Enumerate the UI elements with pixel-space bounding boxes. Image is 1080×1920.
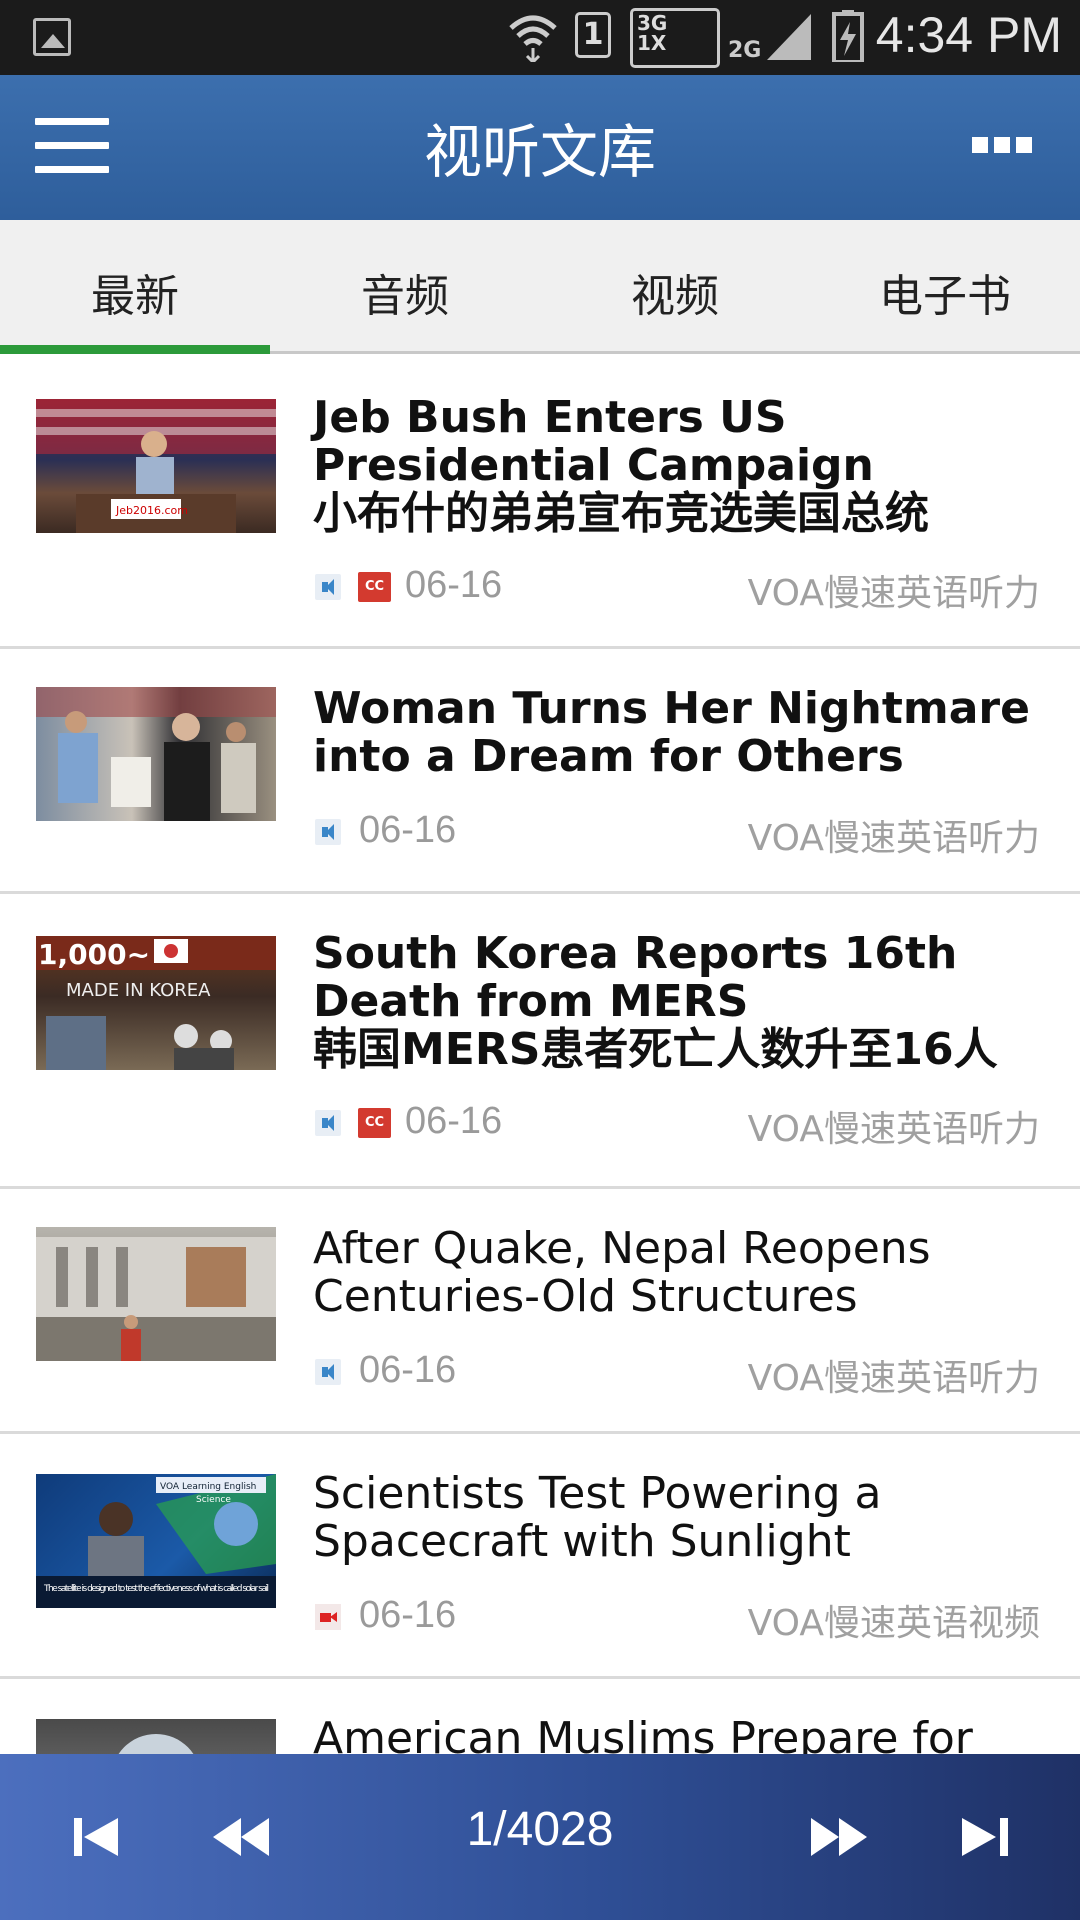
cc-badge: CC	[358, 572, 391, 602]
item-date: 06-16	[405, 1100, 503, 1142]
thumbnail: VOA Learning English Science The satelli…	[36, 1474, 276, 1608]
item-meta: 06-16 VOA慢速英语视频	[313, 1594, 1040, 1644]
tab-ebook[interactable]: 电子书	[810, 220, 1080, 351]
thumb-logo-text: VOA Learning English	[160, 1482, 256, 1492]
item-title: Jeb Bush Enters US Presidential Campaign…	[313, 394, 1052, 538]
item-date: 06-16	[359, 809, 457, 851]
item-date: 06-16	[359, 1349, 457, 1391]
more-options-icon[interactable]	[972, 137, 1042, 157]
page-title: 视听文库	[423, 118, 656, 186]
status-bar: 1 3G 1X 2G 4:34 PM	[0, 0, 1080, 75]
item-title-zh: 韩国MERS患者死亡人数升至16人	[313, 1024, 998, 1075]
thumb-sign-text: MADE IN KOREA	[66, 980, 211, 1001]
tab-latest[interactable]: 最新	[0, 220, 270, 354]
list-item[interactable]: Jeb2016.com Jeb Bush Enters US President…	[0, 354, 1080, 649]
muslims-thumbnail	[118, 1734, 194, 1754]
player-bar: 1/4028	[0, 1754, 1080, 1920]
thumb-sign-text: Jeb2016.com	[115, 504, 188, 517]
net-3g-label: 3G	[637, 11, 668, 35]
list-item[interactable]: VOA Learning English Science The satelli…	[0, 1434, 1080, 1679]
list-item[interactable]: American Muslims Prepare for	[0, 1679, 1080, 1754]
thumb-caption-text: The satellite is designed to test the ef…	[43, 1584, 269, 1594]
audio-icon	[315, 1110, 341, 1136]
tab-audio[interactable]: 音频	[270, 220, 540, 351]
fast-forward-icon[interactable]	[805, 1804, 875, 1870]
item-title: Scientists Test Powering a Spacecraft wi…	[313, 1468, 882, 1567]
list-item[interactable]: 1,000~ MADE IN KOREA South Korea Reports…	[0, 894, 1080, 1189]
nepal-structure-thumbnail	[36, 1237, 276, 1361]
audio-icon	[315, 819, 341, 845]
item-source: VOA慢速英语听力	[747, 573, 1040, 614]
item-title: After Quake, Nepal Reopens Centuries-Old…	[313, 1223, 931, 1322]
battery-charging-icon	[832, 10, 864, 62]
net-1x-label: 1X	[637, 31, 667, 55]
item-title: Woman Turns Her Nightmare into a Dream f…	[313, 683, 1030, 782]
item-source: VOA慢速英语视频	[747, 1603, 1040, 1644]
video-icon	[315, 1604, 341, 1630]
item-title: American Muslims Prepare for	[313, 1713, 973, 1755]
signal-icon	[767, 14, 811, 60]
article-list: Jeb2016.com Jeb Bush Enters US President…	[0, 354, 1080, 1754]
jeb-bush-thumbnail: Jeb2016.com	[36, 399, 276, 533]
wifi-icon	[509, 15, 557, 62]
thumb-price-text: 1,000~	[38, 938, 150, 971]
audio-icon	[315, 1359, 341, 1385]
item-source: VOA慢速英语听力	[747, 1109, 1040, 1150]
network-3g-indicator: 3G 1X	[630, 8, 720, 68]
item-meta: CC 06-16 VOA慢速英语听力	[313, 564, 1040, 614]
audio-icon	[315, 574, 341, 600]
item-source: VOA慢速英语听力	[747, 1358, 1040, 1399]
thumbnail	[36, 687, 276, 821]
korea-mers-thumbnail: 1,000~ MADE IN KOREA	[36, 936, 276, 1070]
tab-video[interactable]: 视频	[540, 220, 810, 351]
network-2g-label: 2G	[728, 38, 762, 63]
item-title-en: Jeb Bush Enters US Presidential Campaign	[313, 392, 874, 491]
sim-indicator: 1	[575, 12, 611, 58]
item-title-zh: 小布什的弟弟宣布竞选美国总统	[313, 488, 929, 539]
item-title-en: South Korea Reports 16th Death from MERS	[313, 928, 958, 1027]
list-item[interactable]: After Quake, Nepal Reopens Centuries-Old…	[0, 1189, 1080, 1434]
item-title: South Korea Reports 16th Death from MERS…	[313, 930, 1052, 1074]
thumbnail: Jeb2016.com	[36, 399, 276, 533]
list-item[interactable]: Woman Turns Her Nightmare into a Dream f…	[0, 649, 1080, 894]
tab-bar: 最新 音频 视频 电子书	[0, 220, 1080, 354]
skip-next-icon[interactable]	[950, 1804, 1020, 1870]
news-anchor-thumbnail: VOA Learning English Science The satelli…	[36, 1474, 276, 1608]
item-meta: 06-16 VOA慢速英语听力	[313, 809, 1040, 859]
thumbnail	[36, 1719, 276, 1754]
item-date: 06-16	[405, 564, 503, 606]
page-counter: 1/4028	[466, 1803, 614, 1856]
woman-nightmare-thumbnail	[36, 687, 276, 821]
cc-badge: CC	[358, 1108, 391, 1138]
thumb-tag-text: Science	[196, 1495, 231, 1505]
thumbnail: 1,000~ MADE IN KOREA	[36, 936, 276, 1070]
item-date: 06-16	[359, 1594, 457, 1636]
item-source: VOA慢速英语听力	[747, 818, 1040, 859]
item-meta: 06-16 VOA慢速英语听力	[313, 1349, 1040, 1399]
clock: 4:34 PM	[875, 7, 1062, 63]
item-meta: CC 06-16 VOA慢速英语听力	[313, 1100, 1040, 1150]
image-notification-icon	[33, 18, 71, 56]
thumbnail	[36, 1227, 276, 1361]
app-bar: 视听文库	[0, 75, 1080, 220]
